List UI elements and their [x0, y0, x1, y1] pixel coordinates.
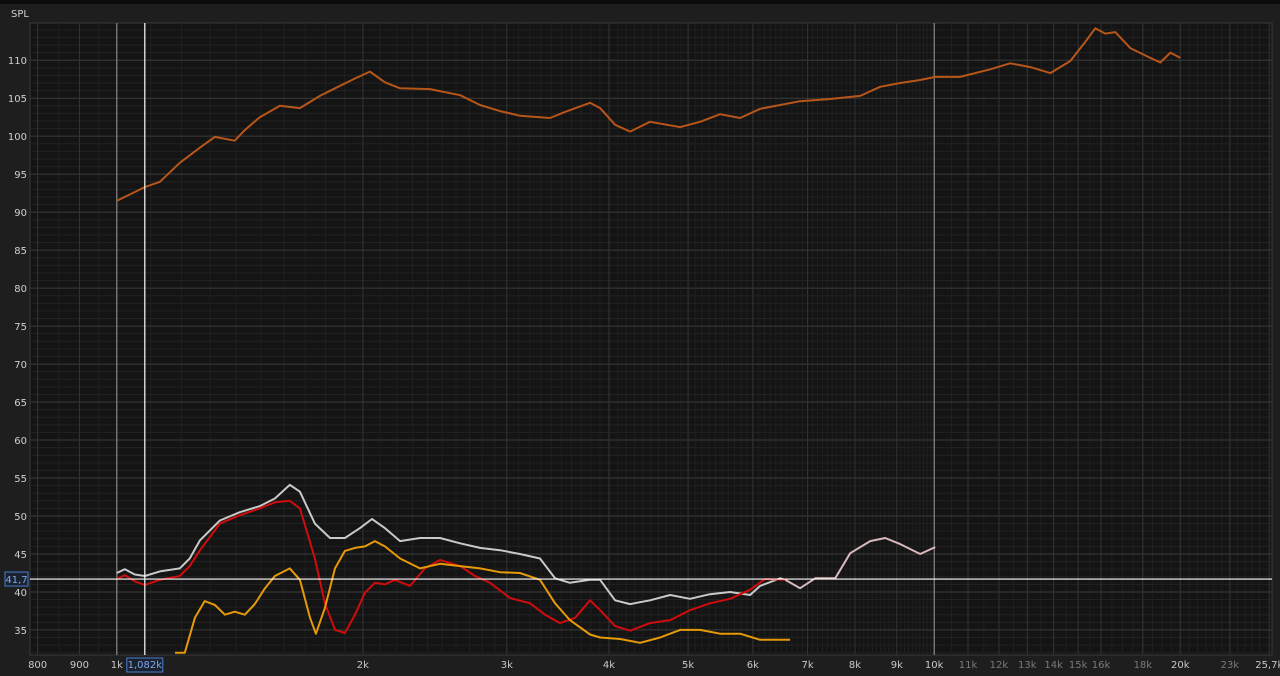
y-tick-label: 50 [14, 512, 27, 523]
y-tick-label: 40 [14, 588, 27, 599]
y-tick-label: 35 [14, 626, 27, 637]
x-tick-label: 6k [747, 660, 759, 671]
y-tick-label: 110 [8, 56, 27, 67]
y-tick-label: 65 [14, 398, 27, 409]
y-tick-label: 70 [14, 360, 27, 371]
y-tick-label: 55 [14, 474, 27, 485]
x-tick-label: 8k [849, 660, 861, 671]
x-tick-label: 13k [1018, 660, 1037, 671]
y-axis-label: SPL [11, 9, 29, 20]
x-tick-label: 15k [1069, 660, 1088, 671]
cursor-y-readout: 41,7 [5, 575, 27, 586]
x-tick-label: 7k [802, 660, 814, 671]
x-tick-label: 9k [891, 660, 903, 671]
y-tick-label: 105 [8, 94, 27, 105]
y-tick-label: 45 [14, 550, 27, 561]
x-tick-label: 18k [1134, 660, 1153, 671]
y-tick-label: 95 [14, 170, 27, 181]
x-tick-label: 16k [1092, 660, 1111, 671]
x-tick-label: 800 [28, 660, 47, 671]
x-tick-label: 4k [603, 660, 615, 671]
x-tick-label: 5k [682, 660, 694, 671]
x-tick-label: 12k [990, 660, 1009, 671]
x-tick-label: 10k [925, 660, 944, 671]
x-tick-label: 11k [959, 660, 978, 671]
x-tick-label: 14k [1044, 660, 1063, 671]
x-tick-label: 3k [501, 660, 513, 671]
cursor-x-readout: 1,082k [128, 660, 163, 671]
x-tick-label: 20k [1171, 660, 1190, 671]
y-tick-label: 75 [14, 322, 27, 333]
x-tick-label: 25,7k [1255, 660, 1280, 671]
x-tick-label: 1k [111, 660, 123, 671]
spl-chart[interactable]: SPL 41,7 1,082k 35 40 45 50 55 60 65 70 75 80 85 90 9… [0, 0, 1280, 676]
y-tick-label: 85 [14, 246, 27, 257]
y-tick-label: 80 [14, 284, 27, 295]
x-tick-label: 23k [1221, 660, 1240, 671]
x-tick-label: 900 [70, 660, 89, 671]
y-tick-label: 100 [8, 132, 27, 143]
x-tick-label: 2k [357, 660, 369, 671]
y-tick-label: 90 [14, 208, 27, 219]
y-tick-label: 60 [14, 436, 27, 447]
